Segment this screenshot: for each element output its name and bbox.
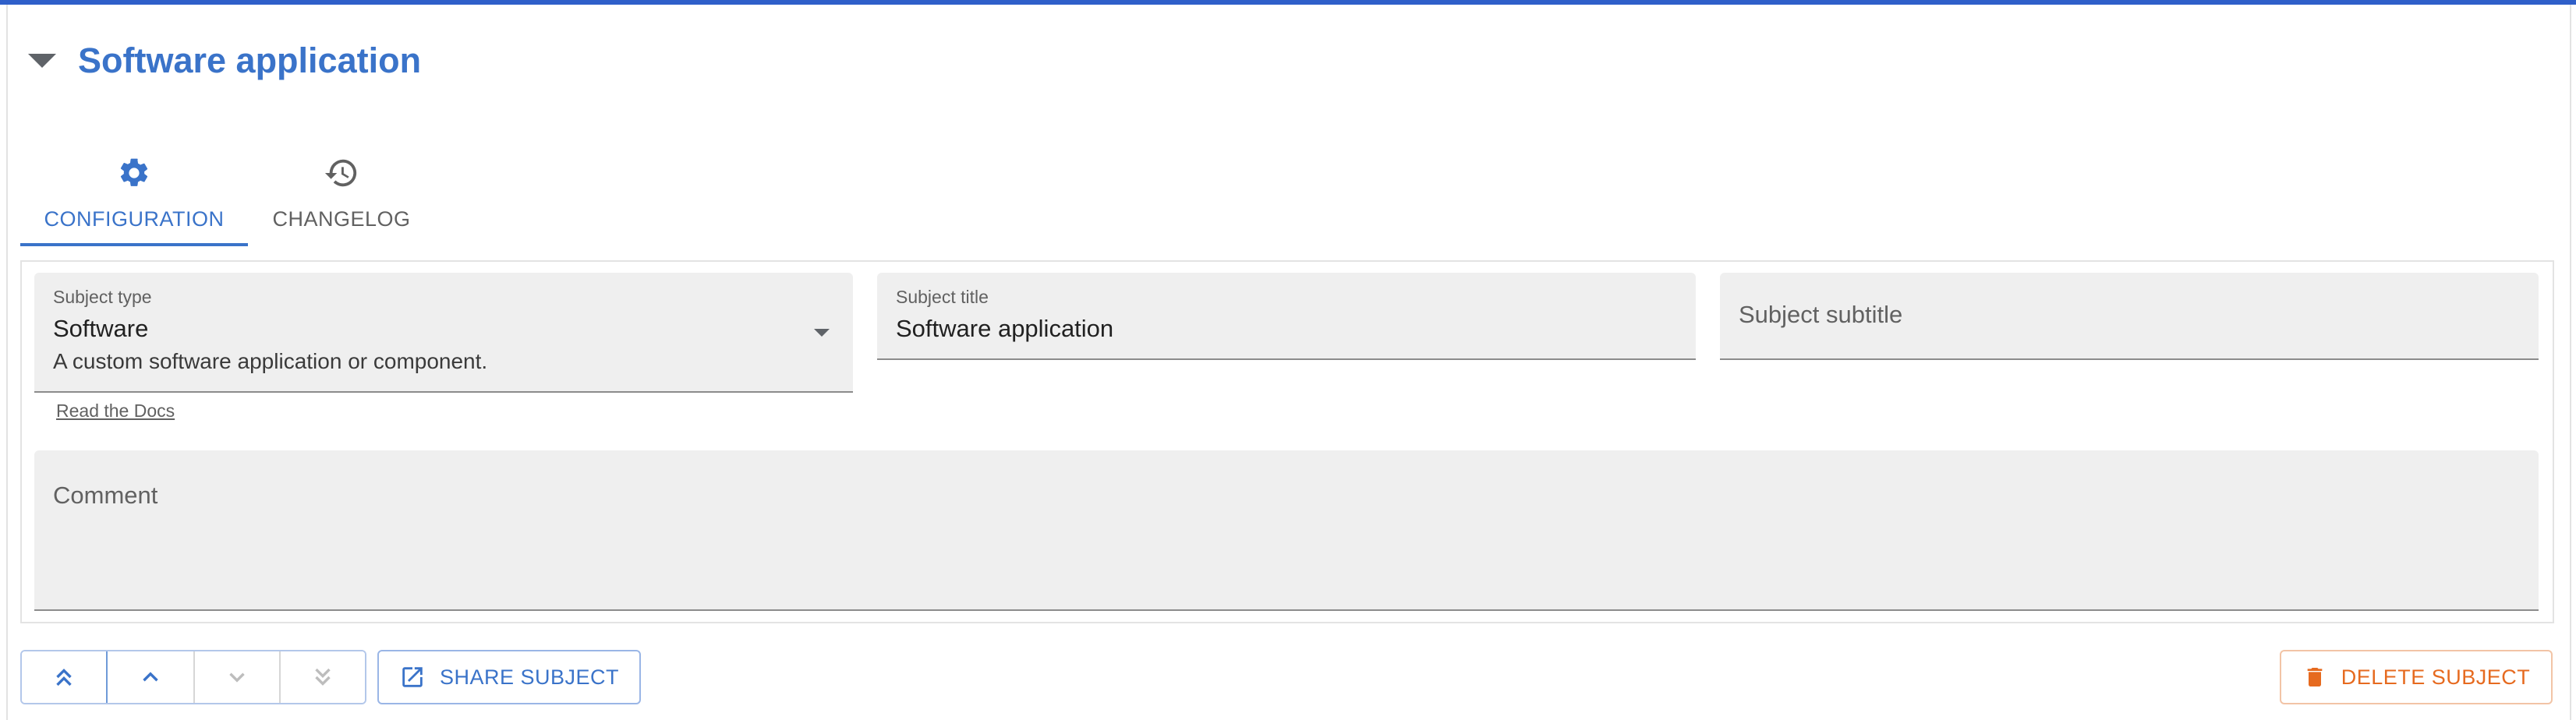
comment-field[interactable]: Comment (34, 450, 2539, 611)
open-in-new-icon (402, 667, 423, 687)
chevron-down-icon[interactable] (814, 329, 830, 337)
subject-type-value: Software (53, 315, 149, 342)
move-to-top-button[interactable] (22, 651, 108, 703)
delete-subject-label: DELETE SUBJECT (2341, 665, 2531, 689)
subject-title-field[interactable]: Subject title Software application (877, 273, 1696, 360)
move-up-button[interactable] (108, 651, 193, 703)
comment-placeholder: Comment (53, 482, 158, 509)
gear-icon (117, 154, 151, 192)
page-title: Software application (78, 41, 422, 80)
trash-icon (2307, 668, 2323, 686)
tab-bar: CONFIGURATION CHANGELOG (20, 148, 435, 246)
subject-title-value: Software application (896, 315, 1114, 342)
tab-configuration-label: CONFIGURATION (44, 207, 225, 231)
reorder-button-group (20, 650, 366, 704)
history-icon (324, 154, 359, 192)
subject-type-select[interactable]: Subject type Software A custom software … (34, 273, 853, 393)
double-chevron-up-icon (56, 669, 72, 686)
subject-type-label: Subject type (53, 287, 152, 307)
share-subject-button[interactable]: SHARE SUBJECT (377, 650, 641, 704)
tab-changelog-label: CHANGELOG (272, 207, 411, 231)
chevron-down-icon (229, 672, 245, 683)
chevron-up-icon (143, 672, 158, 682)
collapse-caret-icon[interactable] (28, 54, 56, 68)
read-the-docs-link[interactable]: Read the Docs (56, 401, 175, 422)
subject-subtitle-placeholder: Subject subtitle (1739, 301, 1903, 328)
subject-header: Software application (28, 36, 421, 86)
share-subject-label: SHARE SUBJECT (439, 665, 620, 689)
subject-subtitle-field[interactable]: Subject subtitle (1720, 273, 2539, 360)
move-to-bottom-button[interactable] (279, 651, 365, 703)
subject-title-label: Subject title (896, 287, 989, 307)
double-chevron-down-icon (315, 668, 331, 686)
subject-type-description: A custom software application or compone… (53, 349, 488, 373)
delete-subject-button[interactable]: DELETE SUBJECT (2280, 650, 2553, 704)
move-down-button[interactable] (193, 651, 279, 703)
tab-changelog[interactable]: CHANGELOG (248, 148, 435, 246)
tab-configuration[interactable]: CONFIGURATION (20, 148, 248, 246)
